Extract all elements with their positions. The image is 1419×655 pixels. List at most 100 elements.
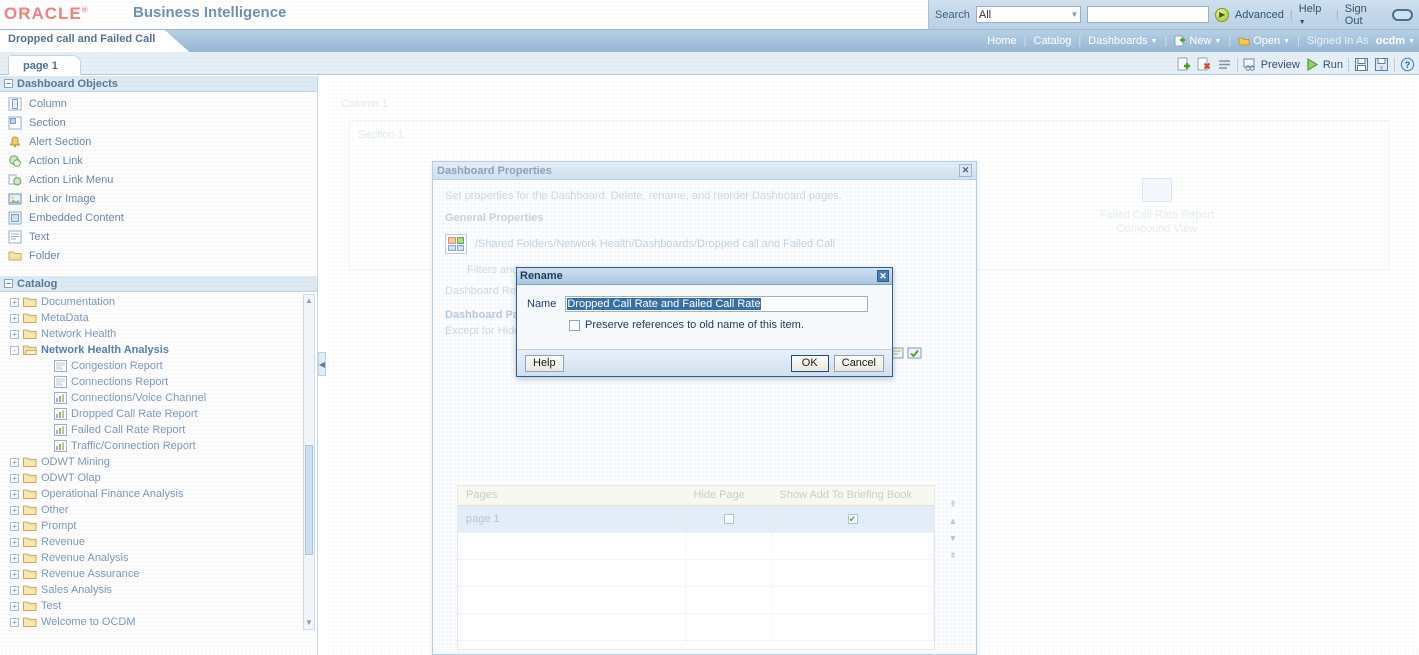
expand-icon[interactable]: + [10,538,19,547]
move-down-icon[interactable]: ▼ [949,534,958,543]
dashboard-name-tab[interactable]: Dropped call and Failed Call [0,30,189,52]
catalog-node[interactable]: +Revenue [0,534,317,550]
page-options-icon[interactable] [1217,57,1232,72]
report-placeholder[interactable]: Failed Call Rate Report Compound View [1087,178,1227,236]
dashboard-objects-header[interactable]: − Dashboard Objects [0,76,317,92]
catalog-node[interactable]: +Revenue Analysis [0,550,317,566]
catalog-node[interactable]: +ODWT Olap [0,470,317,486]
nav-open[interactable]: Open▼ [1238,35,1290,47]
catalog-node[interactable]: +Network Health [0,326,317,342]
search-go-icon[interactable]: ▶ [1215,8,1228,22]
collapse-icon[interactable]: − [4,79,13,88]
catalog-tree[interactable]: +Documentation+MetaData+Network Health-N… [0,292,317,632]
name-input[interactable]: Dropped Call Rate and Failed Call Rate [565,296,868,312]
dashboard-pages-table[interactable]: Pages Hide Page Show Add To Briefing Boo… [457,485,935,650]
move-up-icon[interactable]: ▲ [949,517,958,526]
catalog-node[interactable]: Failed Call Rate Report [0,422,317,438]
catalog-node[interactable]: +Documentation [0,294,317,310]
object-item-embedded-content[interactable]: Embedded Content [0,208,317,227]
user-avatar-icon[interactable] [1392,9,1413,21]
table-row-empty[interactable] [458,613,934,640]
panel-collapse-handle[interactable]: ◀ [318,352,326,376]
table-row-empty[interactable] [458,559,934,586]
catalog-node[interactable]: Congestion Report [0,358,317,374]
cell-hide-page[interactable] [686,505,772,532]
catalog-node[interactable]: +Prompt [0,518,317,534]
object-item-folder[interactable]: Folder [0,246,317,265]
table-row-empty[interactable] [458,586,934,613]
object-item-action-link-menu[interactable]: Action Link Menu [0,170,317,189]
advanced-link[interactable]: Advanced [1235,9,1284,21]
close-icon[interactable]: ✕ [877,270,889,282]
expand-icon[interactable]: + [10,586,19,595]
expand-icon[interactable]: + [10,490,19,499]
help-button[interactable]: Help [525,355,564,372]
expand-icon[interactable]: + [10,474,19,483]
collapse-icon[interactable]: − [4,279,13,288]
expand-icon[interactable]: + [10,458,19,467]
object-item-column[interactable]: Column [0,94,317,113]
help-menu[interactable]: Help ▼ [1299,3,1330,27]
catalog-node[interactable]: Dropped Call Rate Report [0,406,317,422]
scroll-up-icon[interactable]: ▲ [304,295,314,307]
catalog-node[interactable]: +Operational Finance Analysis [0,486,317,502]
expand-icon[interactable]: + [10,618,19,627]
user-menu[interactable]: ocdm▼ [1376,35,1415,47]
catalog-node[interactable]: +Welcome to OCDM [0,614,317,630]
catalog-node[interactable]: +ODWT Mining [0,454,317,470]
catalog-node[interactable]: +MetaData [0,310,317,326]
cancel-button[interactable]: Cancel [834,355,884,372]
catalog-node[interactable]: Connections Report [0,374,317,390]
catalog-header[interactable]: − Catalog [0,276,317,292]
page-tab-page-1[interactable]: page 1 [8,55,81,75]
cell-briefing-book[interactable]: ✔ [772,505,934,532]
preserve-references-row[interactable]: Preserve references to old name of this … [569,319,882,331]
expand-icon[interactable]: + [10,506,19,515]
close-icon[interactable]: ✕ [959,164,972,177]
object-item-alert-section[interactable]: Alert Section [0,132,317,151]
nav-dashboards[interactable]: Dashboards▼ [1088,35,1157,47]
run-button[interactable]: Run [1305,57,1343,72]
hide-page-checkbox[interactable] [724,514,734,524]
sign-out-link[interactable]: Sign Out [1345,3,1386,27]
move-to-bottom-icon[interactable]: ⇟ [949,551,957,560]
move-to-top-icon[interactable]: ⇞ [949,500,957,509]
scroll-down-icon[interactable]: ▼ [304,617,314,629]
catalog-node[interactable]: Traffic/Connection Report [0,438,317,454]
expand-icon[interactable]: + [10,330,19,339]
expand-icon[interactable]: + [10,314,19,323]
help-icon[interactable]: ? [1400,57,1415,72]
expand-icon[interactable]: + [10,522,19,531]
preview-button[interactable]: Preview [1243,57,1300,72]
object-item-action-link[interactable]: Action Link [0,151,317,170]
object-item-section[interactable]: Section [0,113,317,132]
dialog-titlebar[interactable]: Dashboard Properties ✕ [433,162,976,180]
nav-home[interactable]: Home [987,35,1016,47]
collapse-icon[interactable]: - [10,346,19,355]
catalog-node[interactable]: +Revenue Assurance [0,566,317,582]
delete-page-icon[interactable] [1197,57,1212,72]
nav-catalog[interactable]: Catalog [1034,35,1072,47]
show-add-to-briefing-book-icon[interactable] [907,346,922,360]
table-row[interactable]: page 1✔ [458,505,934,532]
preserve-references-checkbox[interactable] [569,320,580,331]
object-item-text[interactable]: Text [0,227,317,246]
save-as-icon[interactable]: x [1374,57,1389,72]
catalog-node[interactable]: +Test [0,598,317,614]
nav-new[interactable]: New▼ [1174,35,1221,47]
catalog-node[interactable]: +Sales Analysis [0,582,317,598]
rename-titlebar[interactable]: Rename ✕ [517,268,892,285]
ok-button[interactable]: OK [791,355,829,372]
add-page-icon[interactable] [1177,57,1192,72]
table-row-empty[interactable] [458,532,934,559]
scrollbar-thumb[interactable] [305,445,313,555]
expand-icon[interactable]: + [10,602,19,611]
briefing-book-checkbox[interactable]: ✔ [848,514,858,524]
search-input[interactable] [1087,6,1209,23]
catalog-node[interactable]: Connections/Voice Channel [0,390,317,406]
save-icon[interactable] [1354,57,1369,72]
search-scope-select[interactable]: All ▼ [976,6,1082,23]
catalog-node[interactable]: -Network Health Analysis [0,342,317,358]
expand-icon[interactable]: + [10,298,19,307]
catalog-node[interactable]: +Other [0,502,317,518]
